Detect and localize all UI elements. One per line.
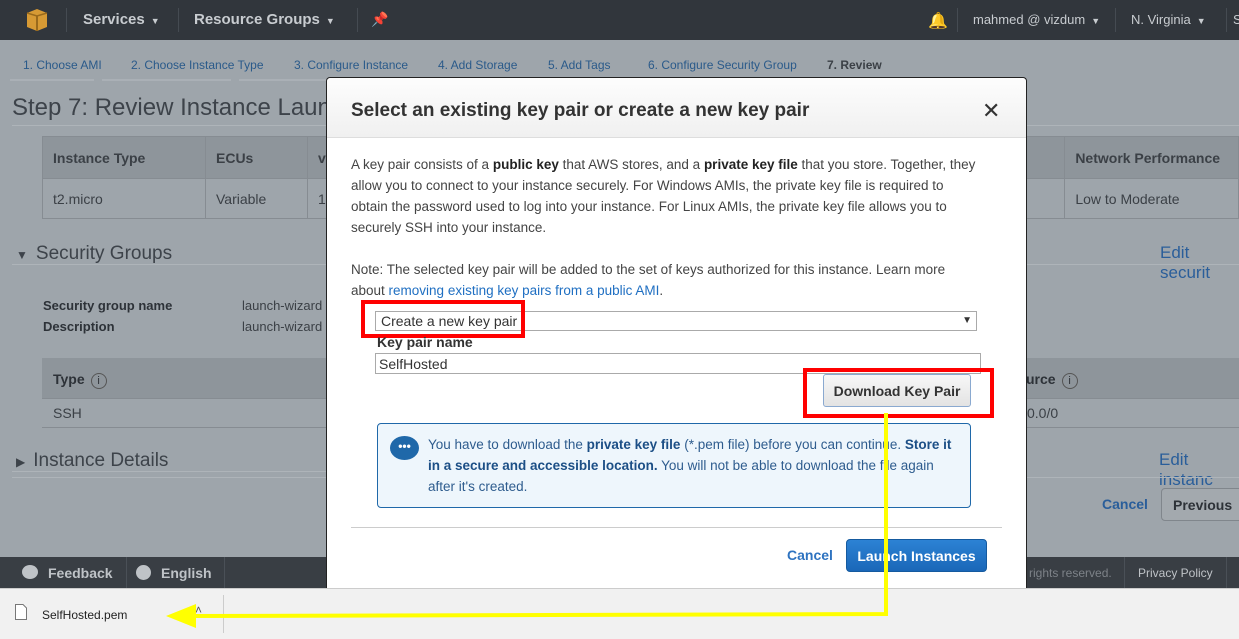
key-pair-description: A key pair consists of a public key that… [351, 157, 976, 235]
download-bar: SelfHosted.pem ˄ [0, 588, 1239, 639]
step-choose-instance-type[interactable]: 2. Choose Instance Type [131, 58, 264, 72]
globe-icon [136, 565, 151, 580]
security-groups-toggle[interactable]: ▼ Security Groups [16, 243, 172, 265]
downloaded-file[interactable]: SelfHosted.pem [42, 608, 127, 622]
info-icon[interactable]: i [1061, 373, 1078, 389]
type-header: Type i [53, 371, 107, 389]
page-cancel-link[interactable]: Cancel [1102, 496, 1148, 512]
feedback-button[interactable]: Feedback [22, 565, 113, 581]
caret-down-icon: ▼ [16, 248, 28, 262]
step-configure-security-group[interactable]: 6. Configure Security Group [648, 58, 797, 72]
dialog-title: Select an existing key pair or create a … [351, 100, 810, 121]
top-nav: Services ▼ Resource Groups ▼ 📌 🔔 mahmed @ … [0, 0, 1239, 40]
key-pair-note: Note: The selected key pair will be adde… [351, 262, 946, 298]
info-icon[interactable]: i [90, 373, 107, 389]
chat-bubble-icon: ••• [390, 436, 419, 460]
download-alert: ••• You have to download the private key… [377, 423, 971, 508]
highlight-box-select [361, 300, 525, 338]
privacy-policy-link[interactable]: Privacy Policy [1138, 566, 1213, 580]
services-menu[interactable]: Services ▼ [83, 11, 160, 28]
step-review[interactable]: 7. Review [827, 58, 882, 72]
table-row: t2.micro Variable 1 [42, 178, 338, 219]
previous-button[interactable]: Previous [1161, 488, 1239, 521]
chevron-down-icon: ▼ [325, 16, 335, 26]
step-add-tags[interactable]: 5. Add Tags [548, 58, 611, 72]
chevron-down-icon: ▼ [150, 16, 160, 26]
caret-right-icon: ▶ [16, 455, 26, 469]
instance-table-right: Network Performance Low to Moderate [1026, 136, 1239, 219]
cancel-button[interactable]: Cancel [787, 547, 833, 563]
file-icon [15, 604, 27, 620]
step-add-storage[interactable]: 4. Add Storage [438, 58, 517, 72]
language-button[interactable]: English [136, 565, 212, 581]
user-menu[interactable]: mahmed @ vizdum ▼ [973, 12, 1100, 27]
support-menu[interactable]: S [1233, 12, 1239, 27]
key-pair-dialog: Select an existing key pair or create a … [326, 77, 1027, 588]
pin-icon[interactable]: 📌 [371, 11, 388, 28]
launch-instances-button[interactable]: Launch Instances [846, 539, 987, 572]
instance-details-toggle[interactable]: ▶ Instance Details [16, 450, 168, 472]
page-title: Step 7: Review Instance Laun [12, 94, 331, 121]
chevron-down-icon: ▼ [1091, 16, 1101, 26]
step-choose-ami[interactable]: 1. Choose AMI [23, 58, 102, 72]
edit-instance-details-link[interactable]: Edit instanc [1159, 450, 1239, 490]
chevron-down-icon: ▼ [1196, 16, 1206, 26]
chevron-up-icon[interactable]: ˄ [195, 603, 202, 617]
instance-table: Instance Type ECUs v t2.micro Variable 1 [42, 136, 338, 219]
resource-groups-menu[interactable]: Resource Groups ▼ [194, 11, 335, 28]
region-menu[interactable]: N. Virginia ▼ [1131, 12, 1206, 27]
edit-security-groups-link[interactable]: Edit securit [1160, 243, 1239, 283]
aws-logo-icon[interactable] [26, 8, 48, 32]
step-configure-instance[interactable]: 3. Configure Instance [294, 58, 408, 72]
removing-key-pairs-link[interactable]: removing existing key pairs from a publi… [389, 283, 660, 298]
source-header: urce i [1026, 371, 1078, 389]
highlight-box-download [803, 368, 994, 418]
dropdown-arrow-icon: ▼ [962, 315, 972, 326]
close-icon[interactable]: ✕ [982, 98, 1000, 124]
speech-bubble-icon [22, 565, 38, 579]
bell-icon[interactable]: 🔔 [928, 11, 948, 31]
